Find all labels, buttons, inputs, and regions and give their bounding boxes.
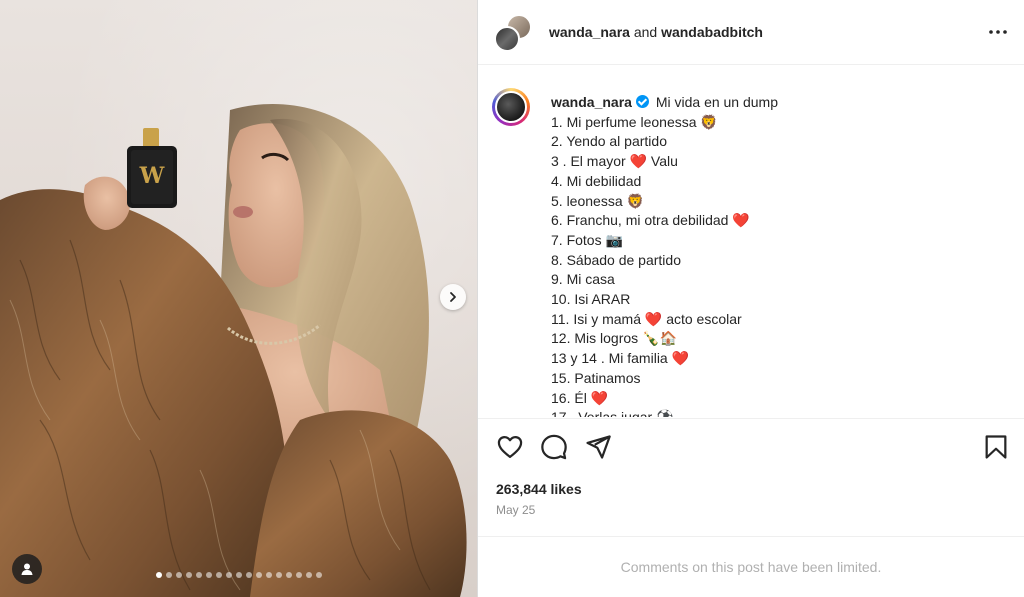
carousel-indicator xyxy=(0,572,477,578)
caption-line: 3 . El mayor ❤️ Valu xyxy=(551,153,678,170)
caption-line: 17 . Verlas jugar ⚽ xyxy=(551,408,1011,417)
post-caption: wanda_nara Mi vida en un dump 1. Mi perf… xyxy=(551,93,1011,417)
carousel-dot xyxy=(225,572,232,578)
perfume-bottle: W xyxy=(139,163,165,189)
post-date[interactable]: May 25 xyxy=(496,503,535,517)
carousel-dot xyxy=(255,572,262,578)
verified-badge-icon xyxy=(635,95,649,108)
caption-line: 4. Mi debilidad xyxy=(551,172,642,189)
carousel-dot xyxy=(305,572,312,578)
carousel-dot xyxy=(245,572,252,578)
caption-line: 16. Él ❤️ xyxy=(551,389,609,406)
carousel-dot xyxy=(265,572,272,578)
heart-icon[interactable] xyxy=(496,433,524,461)
more-options-button[interactable] xyxy=(986,20,1010,44)
avatar[interactable] xyxy=(492,88,530,126)
carousel-dot xyxy=(315,572,322,578)
carousel-dot xyxy=(285,572,292,578)
carousel-dot xyxy=(215,572,222,578)
comments-limited-notice: Comments on this post have been limited. xyxy=(478,536,1024,597)
post-side-panel: wanda_nara and wandabadbitch wanda_nara … xyxy=(477,0,1024,597)
caption-line: 1. Mi perfume leonessa 🦁 xyxy=(551,113,718,130)
carousel-dot xyxy=(185,572,192,578)
collab-avatars[interactable] xyxy=(494,14,532,52)
post-authors: wanda_nara and wandabadbitch xyxy=(549,24,763,40)
caption-line: 7. Fotos 📷 xyxy=(551,231,623,248)
author-username-link[interactable]: wanda_nara xyxy=(549,24,630,40)
caption-line: 2. Yendo al partido xyxy=(551,133,667,150)
svg-text:W: W xyxy=(139,163,165,189)
caption-line: 11. Isi y mamá ❤️ acto escolar xyxy=(551,310,742,327)
more-icon xyxy=(989,30,1007,34)
comment-icon[interactable] xyxy=(540,433,568,461)
caption-line: 5. leonessa 🦁 xyxy=(551,192,644,209)
avatar[interactable] xyxy=(494,26,520,52)
carousel-dot xyxy=(175,572,182,578)
caption-line: 12. Mis logros 🍾🏠 xyxy=(551,330,677,347)
bookmark-icon[interactable] xyxy=(982,433,1010,461)
carousel-dot xyxy=(235,572,242,578)
carousel-dot xyxy=(205,572,212,578)
authors-joiner: and xyxy=(633,24,658,40)
tagged-users-button[interactable] xyxy=(12,554,42,584)
likes-count[interactable]: 263,844 likes xyxy=(496,481,582,497)
caption-line: 10. Isi ARAR xyxy=(551,291,631,308)
caption-line: 8. Sábado de partido xyxy=(551,251,681,268)
share-icon[interactable] xyxy=(584,433,612,461)
caption-username-link[interactable]: wanda_nara xyxy=(551,94,632,110)
coauthor-username-link[interactable]: wandabadbitch xyxy=(661,24,763,40)
carousel-dot xyxy=(155,572,162,578)
post-actions: 263,844 likes May 25 xyxy=(478,418,1024,536)
caption-line: 13 y 14 . Mi familia ❤️ xyxy=(551,350,690,367)
carousel-dot xyxy=(295,572,302,578)
caption-area: wanda_nara Mi vida en un dump 1. Mi perf… xyxy=(478,66,1024,417)
carousel-dot xyxy=(275,572,282,578)
caption-line: 9. Mi casa xyxy=(551,271,615,288)
post-header: wanda_nara and wandabadbitch xyxy=(478,0,1024,65)
carousel-dot xyxy=(195,572,202,578)
caption-line: 6. Franchu, mi otra debilidad ❤️ xyxy=(551,212,750,229)
chevron-right-icon xyxy=(450,292,456,302)
carousel-dot xyxy=(165,572,172,578)
post-photo xyxy=(0,104,467,597)
caption-title: Mi vida en un dump xyxy=(655,94,779,110)
next-image-button[interactable] xyxy=(440,284,466,310)
post-media[interactable]: W xyxy=(0,0,477,597)
caption-line: 15. Patinamos xyxy=(551,369,641,386)
